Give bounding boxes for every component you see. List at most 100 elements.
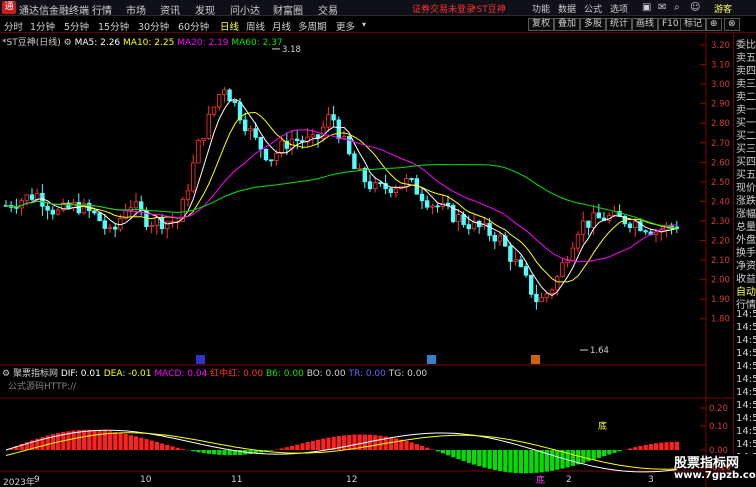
tool-tongji[interactable]: 统计 [606,18,633,31]
quote-item: 14:5 [736,374,756,385]
indicator-bar [435,450,440,452]
period-15min[interactable]: 15分钟 [98,19,129,33]
candle-body [222,89,227,96]
candle-body [45,205,50,211]
menu-caifuquan[interactable]: 财富圈 [273,2,303,17]
candle-body [643,230,648,233]
menu-wenxiaoda[interactable]: 问小达 [230,2,260,17]
ma5-line [5,98,677,297]
menu-gongneng[interactable]: 功能 [532,2,550,15]
period-1min[interactable]: 1分钟 [30,19,55,33]
menu-zixun[interactable]: 资讯 [160,2,180,17]
candle-body [586,220,591,228]
tool-huaxian[interactable]: 画线 [632,18,659,31]
indicator-bar [342,435,347,450]
indicator-bar [477,450,482,467]
indicator-bar [581,450,586,463]
candle-body [466,224,471,230]
indicator-bar [227,450,232,456]
candle-body [206,113,211,139]
price-tick-label: 2.20 [711,237,730,247]
candle-body [201,138,206,141]
indicator-bar [404,440,409,450]
indicator-bar [534,450,539,473]
indicator-bar [669,441,674,450]
close-panel-icon[interactable]: ⊗ [724,18,740,31]
zoom-in-icon[interactable]: ⊕ [706,18,722,31]
candle-body [50,209,55,215]
indicator-bar [279,448,284,450]
period-more[interactable]: 更多 [336,19,355,33]
candle-body [560,262,565,278]
indicator-bar [420,445,425,450]
indicator-bar [326,437,331,450]
legend-tr: TR: 0.00 [348,369,386,379]
candle-body [92,210,97,214]
sub-tick-label: 0.20 [709,404,728,414]
legend-settings-icon[interactable]: ⚙ [64,38,72,48]
period-30min[interactable]: 30分钟 [138,19,169,33]
menu-hangqing[interactable]: 行情 [92,2,112,17]
indicator-settings-icon[interactable]: ⚙ [2,369,10,379]
menu-faxian[interactable]: 发现 [195,2,215,17]
candle-body [435,205,440,208]
candle-body [461,214,466,225]
candle-body [378,182,383,185]
guest-label[interactable]: 游客 [714,2,732,15]
candle-body [492,235,497,242]
period-multi[interactable]: 多周期 [298,19,327,33]
candle-body [393,188,399,194]
login-status[interactable]: 证券交易未登录 [412,2,475,15]
date-label: 10 [140,475,152,485]
tool-duogu[interactable]: 多股 [580,18,607,31]
user-icon[interactable]: ☺ [690,2,700,13]
candle-body [409,178,414,180]
menu-jiaoyi[interactable]: 交易 [318,2,338,17]
skin-icon[interactable]: ▣ [642,2,651,13]
quote-item: 14:5 [736,361,756,372]
quote-item: 14:5 [736,322,756,333]
menu-shuju[interactable]: 数据 [558,2,576,15]
message-icon[interactable]: ✉ [658,2,666,13]
quote-item: 14:5 [736,348,756,359]
more-chevron-icon[interactable]: ▾ [362,20,366,29]
tool-biaoji[interactable]: 标记 [680,18,707,31]
indicator-bar [648,443,653,450]
indicator-bar [290,445,295,450]
date-label: 11 [231,475,243,485]
indicator-bar [498,450,503,472]
watermark-url: www.7gpzb.com [674,470,756,481]
candle-body [133,201,139,209]
indicator-name[interactable]: 聚票指标网 [13,369,58,379]
indicator-bar [316,439,321,450]
indicator-bar [492,450,497,471]
legend-dea: DEA: -0.01 [103,369,152,379]
period-daily[interactable]: 日线 [220,19,239,33]
tool-diejia[interactable]: 叠加 [554,18,581,31]
candle-body [310,134,315,138]
indicator-bar [201,450,206,454]
tool-f10[interactable]: F10 [658,18,683,31]
search-icon[interactable]: ⌕ [674,2,680,13]
period-60min[interactable]: 60分钟 [178,19,209,33]
event-marker-icon [196,355,205,364]
period-weekly[interactable]: 周线 [246,19,265,33]
indicator-bar [643,444,648,450]
period-5min[interactable]: 5分钟 [64,19,89,33]
candle-body [565,260,570,264]
menu-gongshi[interactable]: 公式 [584,2,602,15]
indicator-bar [373,435,378,450]
period-monthly[interactable]: 月线 [272,19,291,33]
candle-body [326,114,331,128]
candle-body [331,114,336,121]
menu-shichang[interactable]: 市场 [126,2,146,17]
indicator-bar [513,450,518,473]
menu-xuanxiang[interactable]: 选项 [610,2,628,15]
price-tick-label: 2.10 [711,256,730,266]
price-tick-label: 2.70 [711,139,730,149]
candle-body [627,223,633,228]
kline-chart[interactable]: 3.20 3.10 3.00 2.90 2.80 2.70 2.60 2.50 2.40 2.30… [0,33,733,487]
period-fenshi[interactable]: 分时 [4,19,23,33]
tool-fuquan[interactable]: 复权 [528,18,555,31]
legend-ma10: MA10: 2.25 [123,38,175,48]
